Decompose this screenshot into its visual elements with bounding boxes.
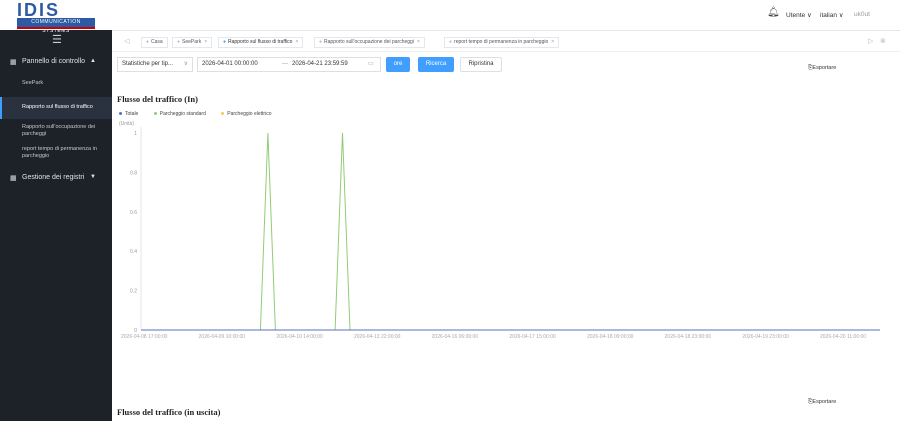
x-tick-label: 2026-04-17 15:00:00 [509,334,556,340]
y-tick-label: 0.8 [130,170,137,176]
tab-label: Casa [151,39,163,45]
tab-label: SeePark [182,39,202,45]
tab-dot: ● [146,39,150,45]
y-tick-label: 0.2 [130,289,137,295]
series-line-parcheggio-standard [141,132,880,331]
reset-button[interactable]: Ripristina [460,57,502,72]
top-bar: 🔔︎ Utente ∨ italian ∨ uk0ut [112,0,900,31]
legend-item-standard[interactable]: Parcheggio standard [153,111,206,117]
logo-subtitle: COMMUNICATION SYSTEMS [17,18,95,34]
search-button[interactable]: Ricerca [418,57,454,72]
ore-button[interactable]: ore [386,57,410,72]
close-icon[interactable]: × [417,39,420,45]
topbar-extra[interactable]: uk0ut [854,11,870,18]
y-tick-label: 0.4 [130,249,137,255]
section-title-in: Flusso del traffico (In) [117,94,198,104]
close-icon[interactable]: × [204,39,207,45]
export-label: Esportare [812,399,837,405]
user-dropdown[interactable]: Utente ∨ [786,11,812,19]
y-tick-label: 1 [134,131,137,137]
tabs-scroll-left-icon[interactable]: ◁ [124,37,129,45]
x-tick-label: 2026-04-18 23:00:00 [665,334,712,340]
language-dropdown[interactable]: italian ∨ [820,11,844,19]
tab-label: Rapporto sull'occupazione dei parcheggi [324,39,414,45]
sidebar-group-label: Gestione dei registri [22,174,85,181]
tab-dot: ● [223,39,227,45]
export-button-out[interactable]: ⎘Esportare [808,399,836,406]
tab-occupancy-report[interactable]: ● Rapporto sull'occupazione dei parcheggi… [314,37,425,48]
date-separator: — [282,61,288,67]
tabs-close-all-icon[interactable]: ⊗ [880,37,886,45]
y-axis-unit-label: (Unità) [119,121,134,127]
tab-casa[interactable]: ● Casa [141,37,168,48]
stat-type-select[interactable]: Statistiche per tip... ∨ [117,57,193,72]
tab-stay-time-report[interactable]: ● report tempo di permanenza in parcheggi… [444,37,560,48]
x-tick-label: 2026-04-10 14:00:00 [276,334,323,340]
legend-item-totale[interactable]: Totale [119,111,138,117]
legend-swatch [221,112,225,116]
tabs-scroll-right-icon[interactable]: ▷ [868,37,873,45]
grid-icon: ▦ [10,59,17,66]
sidebar: IDIS COMMUNICATION SYSTEMS ☰ ▦ Pannello … [0,0,112,421]
end-date[interactable]: 2026-04-21 23:59:59 [292,58,348,71]
sidebar-group-dashboard[interactable]: ▦ Pannello di controllo ▲ [0,57,112,67]
x-tick-label: 2026-04-19 23:00:00 [742,334,789,340]
bell-icon[interactable]: 🔔︎ [767,7,780,18]
tab-label: Rapporto sul flusso di traffico [228,39,293,45]
sidebar-item-stay-time-report[interactable]: report tempo di permanenza in parcheggio [0,146,112,162]
sidebar-group-log-management[interactable]: ▦ Gestione dei registri ▼ [0,173,112,183]
tab-seepark[interactable]: ● SeePark × [172,37,213,48]
export-label: Esportare [812,65,837,71]
traffic-in-chart: (Unità)00.20.40.60.812026-04-08 17:00:00… [119,121,880,340]
start-date[interactable]: 2026-04-01 00:00:00 [202,58,258,71]
legend-swatch [153,112,157,116]
filter-bar: Statistiche per tip... ∨ 2026-04-01 00:0… [112,54,900,76]
legend-item-elettrico[interactable]: Parcheggio elettrico [221,111,271,117]
x-tick-label: 2026-04-13 22:00:00 [354,334,401,340]
sidebar-item-seepark[interactable]: SeePark [0,80,112,89]
calendar-icon[interactable]: ▭ [368,58,374,71]
x-tick-label: 2026-04-18 09:00:00 [587,334,634,340]
legend-label: Totale [125,111,139,117]
tab-dot: ● [449,39,453,45]
date-range-picker[interactable]: 2026-04-01 00:00:00 — 2026-04-21 23:59:5… [197,57,381,72]
x-tick-label: 2026-04-08 17:00:00 [121,334,168,340]
menu-toggle-icon[interactable]: ☰ [52,34,62,46]
sidebar-group-label: Pannello di controllo [22,58,86,65]
x-tick-label: 2026-04-16 06:00:00 [432,334,479,340]
chevron-up-icon: ▲ [90,58,96,64]
close-icon[interactable]: × [551,39,554,45]
logo-stripe [17,27,95,29]
export-button-in[interactable]: ⎘Esportare [808,65,836,72]
chevron-down-icon: ∨ [183,61,188,67]
y-tick-label: 0.6 [130,210,137,216]
chart-legend: Totale Parcheggio standard Parcheggio el… [119,111,285,117]
tab-traffic-flow-report[interactable]: ● Rapporto sul flusso di traffico × [218,37,304,48]
tabs-bar: ◁ ● Casa ● SeePark × ● Rapporto sul flusso d… [112,31,900,52]
chevron-down-icon: ▼ [90,174,96,180]
legend-label: Parcheggio standard [159,111,206,117]
close-icon[interactable]: × [295,39,298,45]
grid-icon: ▦ [10,175,17,182]
sidebar-item-traffic-flow-report[interactable]: Rapporto sul flusso di traffico [0,97,112,119]
stat-type-value: Statistiche per tip... [122,61,174,67]
legend-label: Parcheggio elettrico [227,111,272,117]
tab-dot: ● [319,39,323,45]
x-tick-label: 2026-04-09 10:00:00 [199,334,246,340]
tab-dot: ● [177,39,181,45]
tab-label: report tempo di permanenza in parcheggio [454,39,549,45]
legend-swatch [119,112,122,116]
x-tick-label: 2026-04-20 11:00:00 [820,334,866,340]
logo: IDIS COMMUNICATION SYSTEMS [0,0,112,34]
sidebar-item-occupancy-report[interactable]: Rapporto sull'occupazione dei parcheggi [0,124,112,140]
section-title-out: Flusso del traffico (in uscita) [117,407,221,417]
